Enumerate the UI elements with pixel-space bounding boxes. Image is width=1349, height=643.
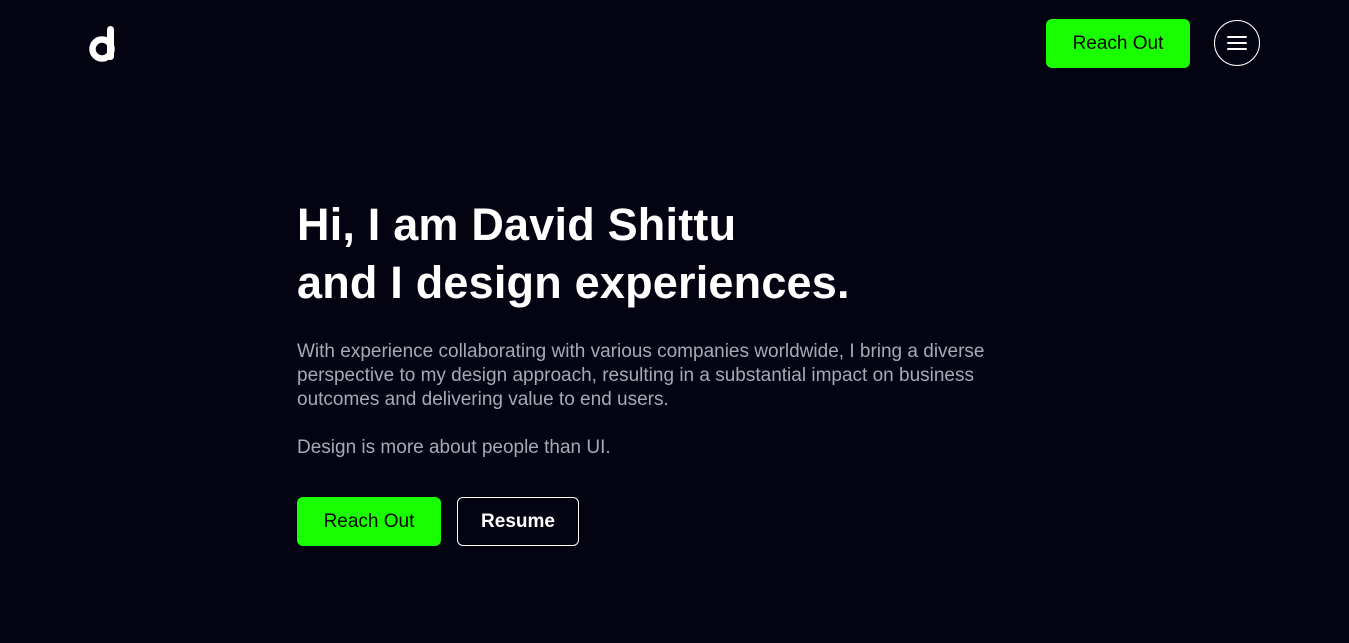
logo-icon[interactable] (89, 26, 117, 62)
hero-title: Hi, I am David Shittu and I design exper… (297, 196, 1077, 312)
hero-button-group: Reach Out Resume (297, 497, 579, 546)
hero-section: Hi, I am David Shittu and I design exper… (297, 196, 1077, 460)
hero-reach-out-button[interactable]: Reach Out (297, 497, 441, 546)
header-reach-out-button[interactable]: Reach Out (1046, 19, 1190, 68)
hamburger-menu-icon (1227, 36, 1247, 50)
hero-title-line-2: and I design experiences. (297, 257, 850, 308)
hero-tagline: Design is more about people than UI. (297, 437, 611, 458)
hero-title-line-1: Hi, I am David Shittu (297, 199, 737, 250)
site-header: Reach Out (0, 0, 1349, 86)
hero-description: With experience collaborating with vario… (297, 341, 985, 410)
menu-button[interactable] (1214, 20, 1260, 66)
resume-button[interactable]: Resume (457, 497, 579, 546)
